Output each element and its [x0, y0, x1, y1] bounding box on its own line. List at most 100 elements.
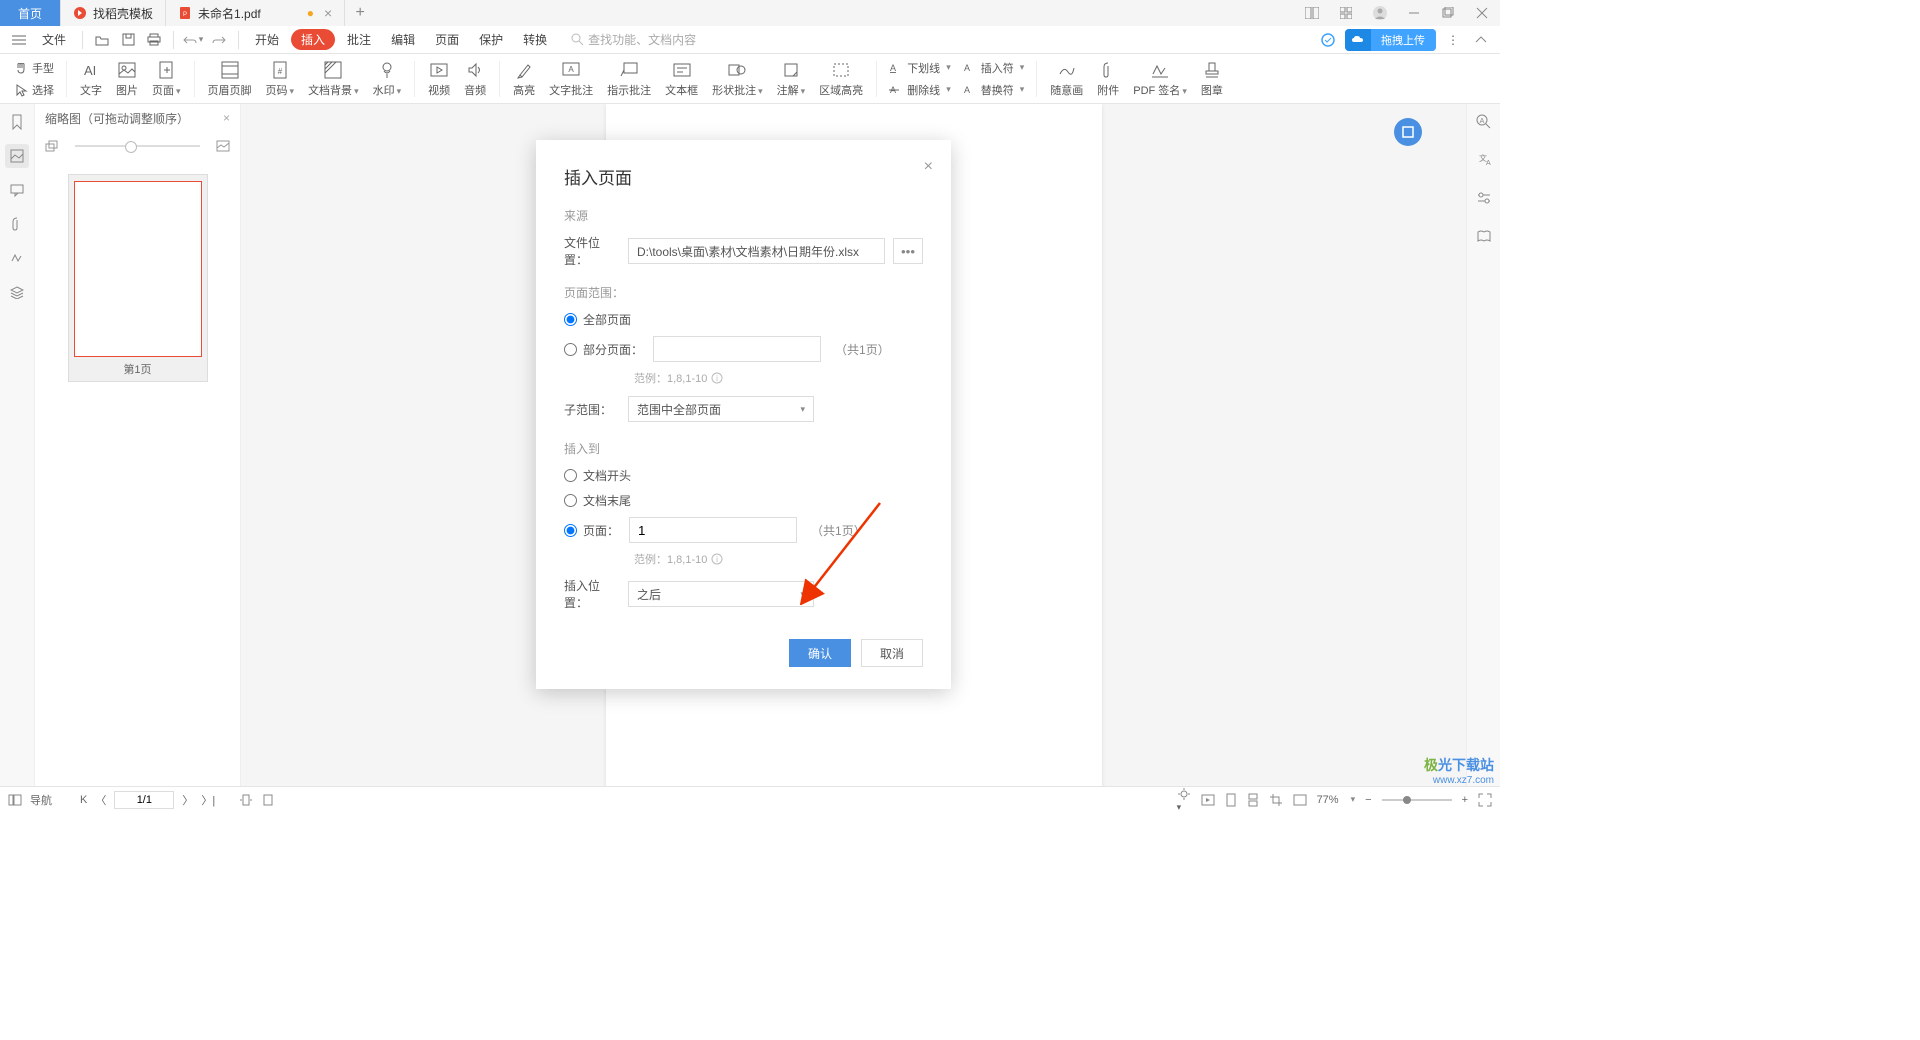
layout-icon[interactable] — [1300, 1, 1324, 25]
fit-icon[interactable] — [1478, 793, 1492, 807]
rb-underline[interactable]: A下划线▾ — [883, 57, 957, 79]
tab-document[interactable]: P 未命名1.pdf ● × — [166, 0, 345, 26]
menu-page[interactable]: 页面 — [427, 31, 467, 48]
expand-thumb-icon[interactable] — [216, 140, 230, 152]
rb-area-highlight[interactable]: 区域高亮 — [812, 60, 870, 98]
rb-image[interactable]: 图片 — [109, 60, 145, 98]
float-tools-button[interactable] — [1394, 118, 1422, 146]
avatar-icon[interactable] — [1368, 1, 1392, 25]
rb-shape-annot[interactable]: 形状批注▾ — [705, 60, 770, 98]
signature-panel-icon[interactable] — [5, 246, 29, 270]
menu-icon[interactable] — [8, 29, 30, 51]
prev-page-button[interactable]: 〈 — [95, 792, 106, 808]
brightness-icon[interactable]: ▾ — [1177, 787, 1191, 813]
rb-highlight[interactable]: 高亮 — [506, 60, 542, 98]
rb-freehand[interactable]: 随意画 — [1043, 60, 1090, 98]
rb-watermark[interactable]: 水印▾ — [366, 60, 409, 98]
all-pages-radio[interactable] — [564, 313, 577, 326]
doc-end-radio[interactable] — [564, 494, 577, 507]
view-continuous-icon[interactable] — [1247, 793, 1259, 807]
view-single-icon[interactable] — [1225, 793, 1237, 807]
zoom-out-button[interactable]: − — [1365, 794, 1371, 806]
more-icon[interactable]: ⋮ — [1442, 29, 1464, 51]
rb-video[interactable]: 视频 — [421, 60, 457, 98]
rb-textbox[interactable]: 文本框 — [658, 60, 705, 98]
zoom-in-button[interactable]: + — [1462, 794, 1468, 806]
read-icon[interactable] — [1472, 224, 1496, 248]
tool-select[interactable]: 选择 — [8, 79, 60, 101]
attachment-icon[interactable] — [5, 212, 29, 236]
rb-page-number[interactable]: #页码▾ — [259, 60, 302, 98]
rb-background[interactable]: 文档背景▾ — [301, 60, 366, 98]
thumbnail-item[interactable]: 第1页 — [68, 174, 208, 382]
rb-audio[interactable]: 音频 — [457, 60, 493, 98]
last-page-button[interactable]: 〉| — [201, 792, 215, 808]
rb-page[interactable]: 页面▾ — [145, 60, 188, 98]
tab-template[interactable]: 找稻壳模板 — [61, 0, 166, 26]
bookmark-icon[interactable] — [5, 110, 29, 134]
nav-toggle-icon[interactable] — [8, 794, 22, 806]
page-number-input[interactable] — [629, 517, 797, 543]
collapse-all-icon[interactable] — [45, 140, 59, 152]
fit-page-icon[interactable] — [261, 794, 275, 806]
zoom-icon[interactable]: A — [1472, 110, 1496, 134]
fullscreen-icon[interactable] — [1293, 794, 1307, 806]
menu-start[interactable]: 开始 — [247, 31, 287, 48]
close-button[interactable] — [1470, 1, 1494, 25]
maximize-button[interactable] — [1436, 1, 1460, 25]
rb-signature[interactable]: PDF 签名▾ — [1126, 60, 1194, 98]
doc-start-radio[interactable] — [564, 469, 577, 482]
zoom-slider[interactable] — [1382, 799, 1452, 801]
print-icon[interactable] — [143, 29, 165, 51]
rb-header-footer[interactable]: 页眉页脚 — [201, 60, 259, 98]
dialog-close-icon[interactable]: × — [924, 158, 933, 176]
rb-replace-sym[interactable]: A替换符▾ — [957, 79, 1031, 101]
rb-text-comment[interactable]: A文字批注 — [542, 60, 600, 98]
menu-file[interactable]: 文件 — [34, 31, 74, 48]
sync-icon[interactable] — [1317, 29, 1339, 51]
apps-icon[interactable] — [1334, 1, 1358, 25]
rb-strike[interactable]: A删除线▾ — [883, 79, 957, 101]
menu-insert[interactable]: 插入 — [291, 29, 335, 50]
first-page-button[interactable]: K — [80, 794, 87, 806]
collapse-icon[interactable] — [1470, 29, 1492, 51]
rb-attachment[interactable]: 附件 — [1090, 60, 1126, 98]
minimize-button[interactable] — [1402, 1, 1426, 25]
partial-pages-input[interactable] — [653, 336, 821, 362]
undo-icon[interactable]: ▾ — [182, 29, 204, 51]
save-icon[interactable] — [117, 29, 139, 51]
page-radio[interactable] — [564, 524, 577, 537]
menu-protect[interactable]: 保护 — [471, 31, 511, 48]
insert-position-select[interactable]: 之后▾ — [628, 581, 814, 607]
redo-icon[interactable] — [208, 29, 230, 51]
file-path-input[interactable] — [628, 238, 885, 264]
menu-convert[interactable]: 转换 — [515, 31, 555, 48]
translate-icon[interactable]: 文A — [1472, 148, 1496, 172]
new-tab-button[interactable]: + — [345, 4, 375, 22]
settings-icon[interactable] — [1472, 186, 1496, 210]
rb-callout[interactable]: 指示批注 — [600, 60, 658, 98]
search-box[interactable]: 查找功能、文档内容 — [571, 31, 696, 48]
tab-home[interactable]: 首页 — [0, 0, 61, 26]
play-icon[interactable] — [1201, 794, 1215, 806]
sub-range-select[interactable]: 范围中全部页面▾ — [628, 396, 814, 422]
page-input[interactable] — [114, 791, 174, 809]
confirm-button[interactable]: 确认 — [789, 639, 851, 667]
upload-button[interactable]: 拖拽上传 — [1345, 29, 1436, 51]
cancel-button[interactable]: 取消 — [861, 639, 923, 667]
rb-stamp[interactable]: 图章 — [1194, 60, 1230, 98]
browse-file-button[interactable]: ••• — [893, 238, 923, 264]
menu-annotate[interactable]: 批注 — [339, 31, 379, 48]
rb-insert-sym[interactable]: A插入符▾ — [957, 57, 1031, 79]
next-page-button[interactable]: 〉 — [182, 792, 193, 808]
layers-icon[interactable] — [5, 280, 29, 304]
rb-note[interactable]: 注解▾ — [770, 60, 813, 98]
panel-close-icon[interactable]: × — [223, 111, 230, 125]
thumbnail-size-slider[interactable] — [75, 145, 200, 147]
tab-close-icon[interactable]: × — [324, 5, 332, 21]
comment-icon[interactable] — [5, 178, 29, 202]
crop-icon[interactable] — [1269, 793, 1283, 807]
tool-hand[interactable]: 手型 — [8, 57, 60, 79]
open-icon[interactable] — [91, 29, 113, 51]
fit-width-icon[interactable] — [239, 794, 253, 806]
